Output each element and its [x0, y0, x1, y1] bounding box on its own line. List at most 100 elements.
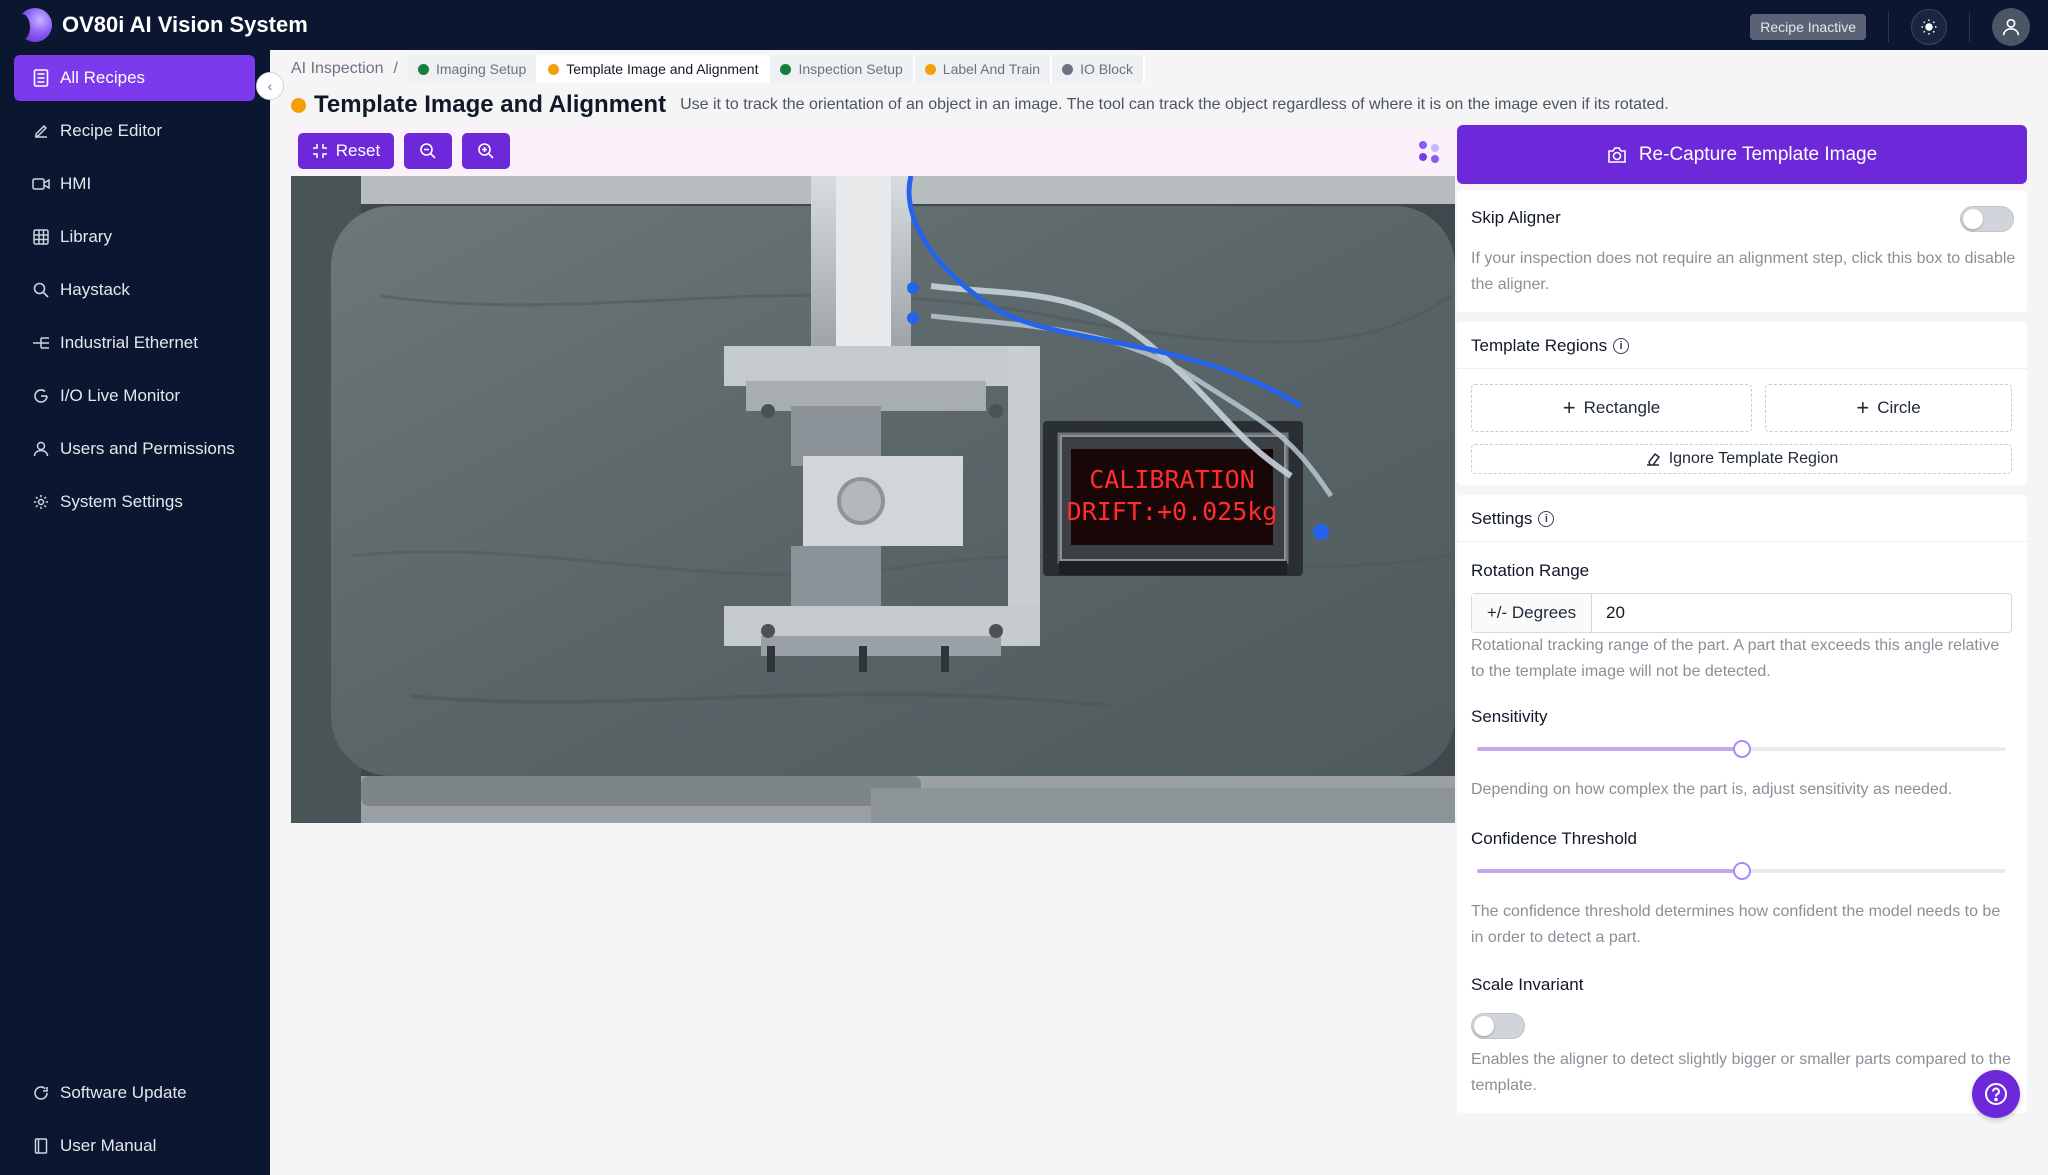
user-icon	[32, 440, 50, 458]
confidence-threshold-label: Confidence Threshold	[1471, 829, 1638, 848]
sidebar-item-users-and-permissions[interactable]: Users and Permissions	[14, 426, 255, 472]
rotation-range-input[interactable]: +/- Degrees 20	[1471, 593, 2012, 633]
step-template-image-and-alignment[interactable]: Template Image and Alignment	[538, 55, 771, 83]
ignore-region-label: Ignore Template Region	[1668, 450, 1839, 467]
sidebar-item-user-manual[interactable]: User Manual	[14, 1123, 255, 1169]
step-io-block[interactable]: IO Block	[1052, 55, 1145, 83]
reset-button[interactable]: Reset	[298, 133, 394, 169]
sidebar-item-label: System Settings	[60, 492, 183, 511]
breadcrumb-root[interactable]: AI Inspection	[291, 60, 384, 78]
viewer-toolbar: Reset	[291, 125, 1455, 175]
sidebar-item-industrial-ethernet[interactable]: Industrial Ethernet	[14, 320, 255, 366]
slider-fill	[1477, 747, 1742, 751]
template-image[interactable]: CALIBRATION DRIFT:+0.025kg	[291, 176, 1455, 823]
theme-toggle-button[interactable]	[1911, 9, 1947, 45]
ignore-template-region-button[interactable]: Ignore Template Region	[1471, 444, 2012, 474]
status-dot	[924, 63, 936, 75]
search-icon	[32, 281, 50, 299]
sidebar-item-hmi[interactable]: HMI	[14, 161, 255, 207]
sidebar-item-label: User Manual	[60, 1136, 157, 1155]
recapture-label: Re-Capture Template Image	[1638, 143, 1878, 165]
book-icon	[32, 1137, 50, 1155]
zoom-in-button[interactable]	[462, 133, 510, 169]
status-dot	[417, 63, 429, 75]
sidebar-collapse-button[interactable]: ‹	[256, 72, 284, 100]
topbar-divider	[1969, 12, 1970, 42]
toggle-knob	[1963, 209, 1983, 229]
sidebar-item-label: Industrial Ethernet	[60, 333, 198, 352]
sidebar-item-software-update[interactable]: Software Update	[14, 1070, 255, 1116]
eraser-icon	[1646, 452, 1660, 466]
sidebar-item-haystack[interactable]: Haystack	[14, 267, 255, 313]
skip-aligner-help: If your inspection does not require an a…	[1471, 250, 2016, 293]
sidebar-item-all-recipes[interactable]: All Recipes	[14, 55, 255, 101]
step-imaging-setup[interactable]: Imaging Setup	[407, 55, 539, 83]
page-header: Template Image and Alignment Use it to t…	[291, 90, 1669, 120]
breadcrumb-separator: /	[393, 60, 398, 77]
sensitivity-help: Depending on how complex the part is, ad…	[1471, 781, 1953, 798]
skip-aligner-card: Skip Aligner If your inspection does not…	[1457, 190, 2027, 312]
dots-menu-icon[interactable]	[1416, 138, 1442, 164]
status-dot	[1062, 63, 1074, 75]
sidebar-item-label: Software Update	[60, 1083, 187, 1102]
zoom-out-button[interactable]	[404, 133, 452, 169]
zoom-out-icon	[420, 143, 436, 159]
top-bar: OV80i AI Vision System Recipe Inactive	[0, 0, 2048, 50]
add-circle-button[interactable]: + Circle	[1765, 384, 2012, 432]
slider-fill	[1477, 869, 1742, 873]
step-label-and-train[interactable]: Label And Train	[914, 55, 1053, 83]
app-title: OV80i AI Vision System	[62, 12, 308, 37]
sidebar: All Recipes Recipe Editor HMI Library Ha…	[0, 50, 270, 1175]
sidebar-item-system-settings[interactable]: System Settings	[14, 479, 255, 525]
grid-icon	[32, 228, 50, 246]
sidebar-item-label: HMI	[60, 174, 92, 193]
display-line-2: DRIFT:+0.025kg	[1067, 497, 1278, 526]
help-button[interactable]	[1972, 1070, 2020, 1118]
sidebar-item-library[interactable]: Library	[14, 214, 255, 260]
slider-thumb[interactable]	[1732, 740, 1751, 758]
profile-button[interactable]	[1992, 8, 2030, 46]
settings-header: Settings i	[1471, 509, 1555, 529]
scale-invariant-toggle[interactable]	[1471, 1013, 1525, 1039]
step-label: Label And Train	[942, 61, 1041, 77]
chevron-left-icon: ‹	[267, 78, 273, 94]
gear-icon	[32, 493, 50, 511]
sidebar-item-label: All Recipes	[60, 68, 146, 87]
sidebar-item-recipe-editor[interactable]: Recipe Editor	[14, 108, 255, 154]
settings-card: Settings i Rotation Range +/- Degrees 20…	[1457, 495, 2027, 1113]
step-label: Imaging Setup	[435, 61, 527, 77]
sidebar-item-label: Library	[60, 227, 112, 246]
confidence-threshold-slider[interactable]	[1477, 862, 2006, 880]
step-label: Template Image and Alignment	[566, 61, 759, 77]
info-icon[interactable]: i	[1538, 511, 1555, 527]
monitor-icon	[32, 387, 50, 405]
pencil-icon	[32, 122, 50, 140]
rotation-range-value[interactable]: 20	[1592, 594, 1625, 632]
rotation-range-help: Rotational tracking range of the part. A…	[1471, 637, 2000, 680]
status-dot	[548, 63, 560, 75]
step-label: IO Block	[1080, 61, 1133, 77]
zoom-in-icon	[478, 143, 494, 159]
step-inspection-setup[interactable]: Inspection Setup	[770, 55, 915, 83]
skip-aligner-label: Skip Aligner	[1471, 208, 1561, 227]
page-title: Template Image and Alignment	[314, 91, 667, 118]
recapture-template-button[interactable]: Re-Capture Template Image	[1457, 125, 2027, 184]
sensitivity-label: Sensitivity	[1471, 707, 1548, 726]
page-description: Use it to track the orientation of an ob…	[680, 96, 1669, 113]
sensitivity-slider[interactable]	[1477, 740, 2006, 758]
video-icon	[32, 175, 50, 193]
status-dot	[780, 63, 792, 75]
template-image-canvas: CALIBRATION DRIFT:+0.025kg	[291, 176, 1455, 823]
topbar-divider	[1888, 12, 1889, 42]
rectangle-label: Rectangle	[1583, 398, 1661, 417]
status-dot	[291, 97, 306, 113]
slider-thumb[interactable]	[1732, 862, 1751, 880]
add-rectangle-button[interactable]: + Rectangle	[1471, 384, 1752, 432]
scale-invariant-help: Enables the aligner to detect slightly b…	[1471, 1051, 2011, 1094]
sidebar-item-io-live-monitor[interactable]: I/O Live Monitor	[14, 373, 255, 419]
recipe-status-badge: Recipe Inactive	[1750, 14, 1866, 40]
info-icon[interactable]: i	[1613, 338, 1630, 354]
collapse-icon	[312, 144, 327, 158]
skip-aligner-toggle[interactable]	[1960, 206, 2014, 232]
rotation-range-label: Rotation Range	[1471, 561, 1590, 580]
